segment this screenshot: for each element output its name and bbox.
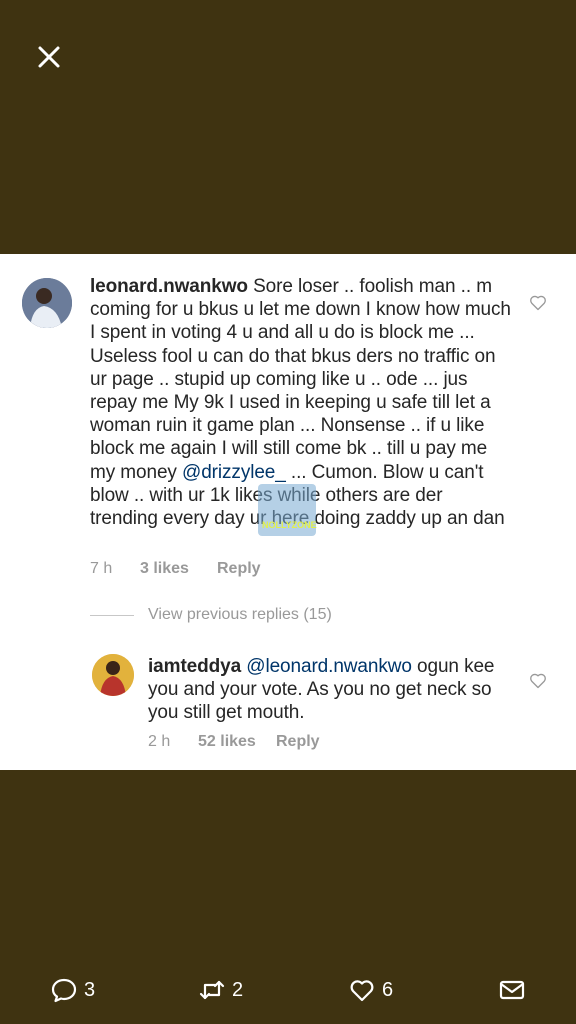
comment-likes[interactable]: 3 likes bbox=[140, 560, 217, 578]
reply-body: iamteddya @leonard.nwankwo ogun kee you … bbox=[148, 655, 518, 725]
retweet-button[interactable]: 2 bbox=[198, 976, 243, 1004]
watermark-logo: NOLLYZONE bbox=[258, 484, 317, 536]
reply-likes[interactable]: 52 likes bbox=[198, 733, 276, 751]
mail-icon bbox=[499, 980, 525, 1000]
tweet-action-bar: 3 2 6 bbox=[0, 968, 576, 1014]
reply-mention[interactable]: @leonard.nwankwo bbox=[246, 656, 412, 677]
comment-time: 7 h bbox=[90, 560, 113, 577]
close-icon bbox=[38, 46, 60, 68]
reply-time: 2 h bbox=[148, 733, 171, 750]
avatar[interactable] bbox=[22, 278, 72, 328]
view-previous-replies-label: View previous replies (15) bbox=[148, 606, 332, 623]
heart-icon[interactable] bbox=[528, 670, 548, 690]
comment-username[interactable]: leonard.nwankwo bbox=[90, 276, 248, 297]
comment-reply-button[interactable]: Reply bbox=[217, 560, 261, 578]
reply-avatar[interactable] bbox=[92, 654, 134, 696]
reply-count: 3 bbox=[84, 978, 96, 1001]
like-count: 6 bbox=[382, 978, 394, 1001]
heart-icon[interactable] bbox=[528, 292, 548, 312]
watermark-text: NOLLYZONE bbox=[262, 520, 317, 530]
comment-card: leonard.nwankwo Sore loser .. foolish ma… bbox=[0, 254, 576, 770]
reply-meta: 2 h 52 likes Reply bbox=[148, 733, 320, 751]
reply-reply-button[interactable]: Reply bbox=[276, 733, 320, 751]
comment-mention[interactable]: @drizzylee_ bbox=[182, 462, 286, 483]
retweet-count: 2 bbox=[232, 978, 244, 1001]
share-via-message-button[interactable] bbox=[498, 976, 532, 1004]
view-previous-replies[interactable]: View previous replies (15) bbox=[90, 606, 332, 624]
close-button[interactable] bbox=[34, 42, 64, 72]
reply-username[interactable]: iamteddya bbox=[148, 656, 241, 677]
comment-text: Sore loser .. foolish man .. m coming fo… bbox=[90, 276, 511, 483]
divider bbox=[90, 614, 134, 616]
retweet-icon bbox=[199, 980, 225, 1000]
reply-button[interactable]: 3 bbox=[50, 976, 95, 1004]
speech-bubble-icon bbox=[51, 978, 77, 1003]
heart-icon bbox=[350, 980, 374, 1002]
like-button[interactable]: 6 bbox=[348, 976, 393, 1004]
comment-meta: 7 h 3 likes Reply bbox=[90, 560, 261, 578]
